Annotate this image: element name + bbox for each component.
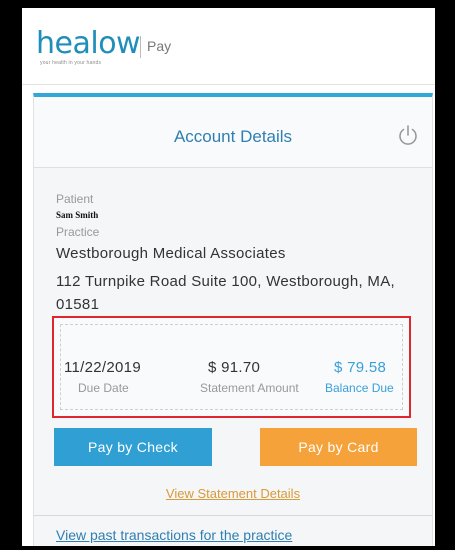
pay-by-check-button[interactable]: Pay by Check [54,428,212,466]
patient-name: Sam Smith [56,210,99,220]
app-header: healow your health in your hands Pay [22,8,435,85]
power-icon[interactable] [396,123,420,147]
account-details-card: Account Details Patient Sam Smith Practi… [33,93,433,546]
statement-amount-value: $ 91.70 [208,359,261,376]
app-frame: healow your health in your hands Pay Acc… [18,4,439,550]
balance-summary: 11/22/2019 Due Date $ 91.70 Statement Am… [52,316,411,418]
patient-label: Patient [56,192,94,206]
due-date-value: 11/22/2019 [64,359,141,376]
statement-amount-label: Statement Amount [200,381,299,395]
practice-name: Westborough Medical Associates [56,245,286,262]
practice-label: Practice [56,225,100,239]
logo-tagline: your health in your hands [40,60,102,66]
card-header: Account Details [34,97,432,168]
practice-address: 112 Turnpike Road Suite 100, Westborough… [56,273,395,313]
card-title: Account Details [173,127,293,146]
balance-due-value: $ 79.58 [334,359,387,376]
pay-by-card-button[interactable]: Pay by Card [260,428,417,466]
balance-due-label: Balance Due [325,381,394,395]
due-date-label: Due Date [78,381,129,395]
healow-logo: healow [36,26,141,61]
card-divider [34,515,432,516]
past-transactions-link[interactable]: View past transactions for the practice [56,527,292,543]
header-divider [140,36,141,58]
view-statement-link[interactable]: View Statement Details [34,486,432,501]
section-label: Pay [147,38,172,54]
